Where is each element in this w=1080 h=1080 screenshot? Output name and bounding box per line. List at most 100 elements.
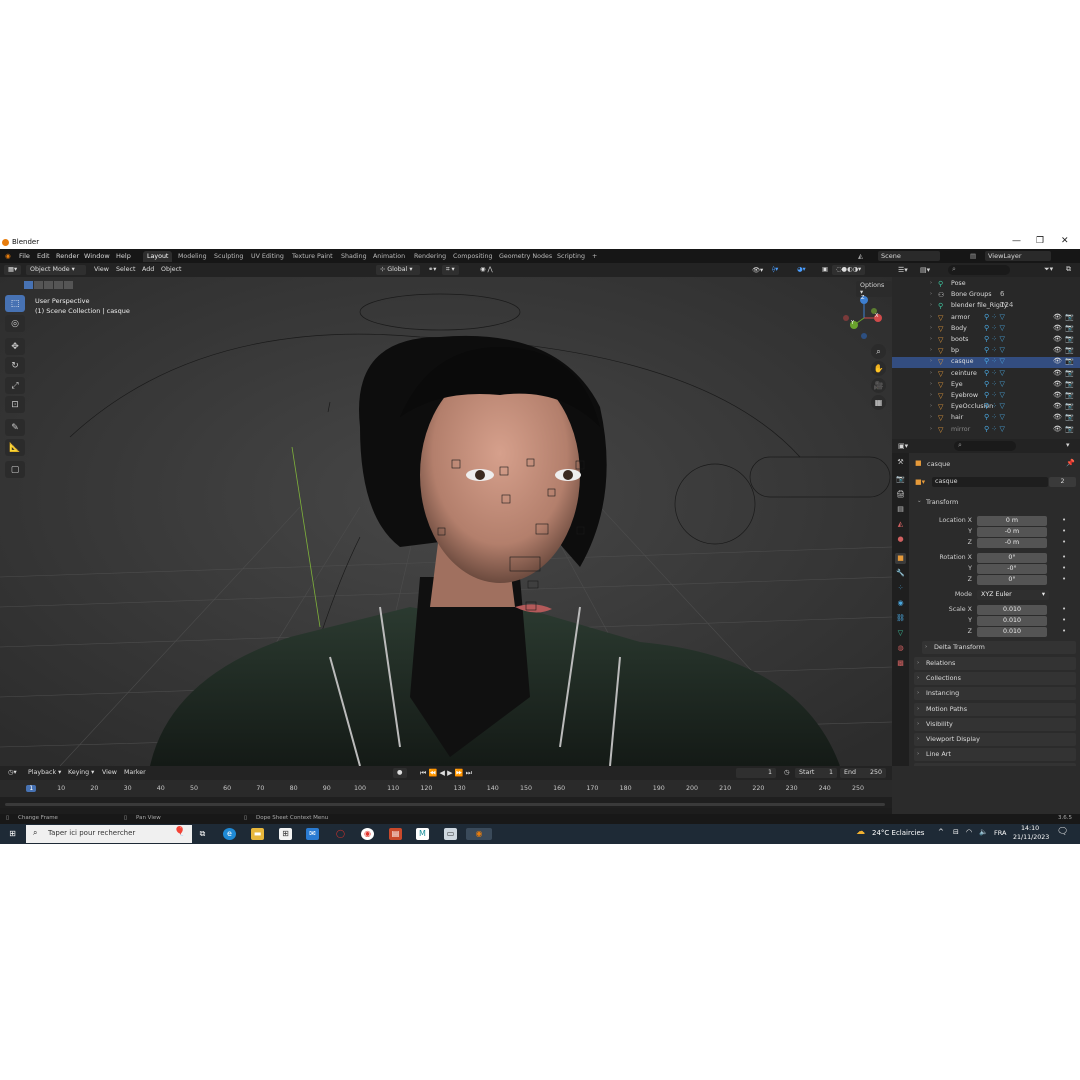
modifiers-tab-icon[interactable]: 🔧 [895, 568, 906, 579]
taskbar-search-input[interactable]: ⌕ Taper ici pour rechercher 🎈 [26, 825, 192, 843]
cursor-tool-icon[interactable]: ◎ [5, 315, 25, 332]
tab-sculpting[interactable]: Sculpting [210, 251, 247, 262]
menu-view[interactable]: View [90, 265, 113, 275]
clock-time[interactable]: 14:10 [1021, 825, 1039, 832]
maya-icon[interactable]: M [416, 828, 429, 840]
tab-geometry-nodes[interactable]: Geometry Nodes [495, 251, 556, 262]
outliner-row[interactable]: › ▽ Body ⚲ ⁘ ▽ 👁 📷 [892, 324, 1080, 335]
eye-icon[interactable]: 👁 [1053, 391, 1062, 399]
tab-uv-editing[interactable]: UV Editing [247, 251, 288, 262]
eye-icon[interactable]: 👁 [1053, 369, 1062, 377]
eye-icon[interactable]: 👁 [1053, 425, 1062, 433]
modifiers-icon[interactable]: ⚲ ⁘ ▽ [984, 369, 1005, 377]
section-collections[interactable]: › Collections [914, 672, 1076, 686]
outliner-row[interactable]: › ▽ armor ⚲ ⁘ ▽ 👁 📷 [892, 313, 1080, 324]
outliner-row[interactable]: › ▽ hair ⚲ ⁘ ▽ 👁 📷 [892, 413, 1080, 424]
modifiers-icon[interactable]: ⚲ ⁘ ▽ [984, 313, 1005, 321]
properties-search-input[interactable] [954, 441, 1016, 451]
delta-transform-section[interactable]: › Delta Transform [922, 641, 1076, 654]
object-name-field[interactable]: casque [932, 477, 1048, 487]
modifiers-icon[interactable]: ⚲ ⁘ ▽ [984, 357, 1005, 365]
menu-add[interactable]: Add [138, 265, 158, 275]
menu-object[interactable]: Object [157, 265, 186, 275]
editor-type-icon[interactable]: ▦▾ [4, 265, 22, 275]
eye-icon[interactable]: 👁 [1053, 413, 1062, 421]
texture-tab-icon[interactable]: ▩ [895, 658, 906, 669]
view-layer-tab-icon[interactable]: ▤ [895, 504, 906, 515]
filter-icon[interactable]: ⏷▾ [1044, 265, 1053, 274]
proportional-edit-icon[interactable]: ◉ ⋀ [476, 265, 497, 275]
mode-dropdown[interactable]: Object Mode ▾ [26, 265, 86, 275]
add-cube-tool-icon[interactable]: ▢ [5, 461, 25, 478]
section-visibility[interactable]: › Visibility [914, 717, 1076, 731]
maximize-button[interactable]: ❐ [1036, 236, 1044, 246]
render-tab-icon[interactable]: 📷 [895, 474, 906, 485]
annotate-tool-icon[interactable]: ✎ [5, 419, 25, 436]
select-mode-invert-icon[interactable] [54, 281, 63, 289]
tab-modeling[interactable]: Modeling [174, 251, 211, 262]
select-tool-icon[interactable]: ⬚ [5, 295, 25, 312]
modifiers-icon[interactable]: ⚲ ⁘ ▽ [984, 391, 1005, 399]
material-tab-icon[interactable]: ◍ [895, 643, 906, 654]
windows-start-icon[interactable]: ⊞ [6, 828, 19, 840]
chevron-right-icon[interactable]: › [930, 347, 932, 353]
end-frame-field[interactable]: End 250 [840, 768, 886, 778]
current-frame-field[interactable]: 1 [736, 768, 776, 778]
weather-label[interactable]: 24°C Eclaircies [872, 829, 924, 837]
outliner-row[interactable]: › ▽ bp ⚲ ⁘ ▽ 👁 📷 [892, 346, 1080, 357]
scale-x-field[interactable]: 0.010 [977, 605, 1047, 615]
measure-tool-icon[interactable]: 📐 [5, 439, 25, 456]
select-mode-extend-icon[interactable] [34, 281, 43, 289]
outliner-row[interactable]: › ▽ mirror ⚲ ⁘ ▽ 👁 📷 [892, 425, 1080, 436]
orientation-dropdown[interactable]: ⊹ Global ▾ [376, 265, 420, 275]
outliner-row[interactable]: › ▽ boots ⚲ ⁘ ▽ 👁 📷 [892, 335, 1080, 346]
scale-tool-icon[interactable]: ⤢ [5, 377, 25, 394]
keyframe-dot-icon[interactable]: • [1062, 605, 1066, 613]
section-relations[interactable]: › Relations [914, 657, 1076, 670]
scale-z-field[interactable]: 0.010 [977, 627, 1047, 637]
eye-icon[interactable]: 👁 [1053, 313, 1062, 321]
new-collection-icon[interactable]: ⧉ [1066, 265, 1071, 274]
keyframe-dot-icon[interactable]: • [1062, 527, 1066, 535]
rotation-y-field[interactable]: -0° [977, 564, 1047, 574]
transform-section-header[interactable]: ⌄ Transform [914, 495, 1076, 509]
modifiers-icon[interactable]: ⚲ ⁘ ▽ [984, 402, 1005, 410]
section-motion-paths[interactable]: › Motion Paths [914, 702, 1076, 716]
edge-icon[interactable]: e [223, 828, 236, 840]
close-button[interactable]: ✕ [1061, 236, 1069, 246]
data-tab-icon[interactable]: ▽ [895, 628, 906, 639]
outliner-row[interactable]: › ▽ EyeOcclusion ⚲ ⁘ ▽ 👁 📷 [892, 402, 1080, 413]
shading-modes-icon[interactable]: ◌●◐◑▾ [832, 265, 866, 275]
menu-render[interactable]: Render [56, 252, 79, 260]
eye-icon[interactable]: 👁 [1053, 324, 1062, 332]
transform-tool-icon[interactable]: ⊡ [5, 396, 25, 413]
physics-tab-icon[interactable]: ◉ [895, 598, 906, 609]
particles-tab-icon[interactable]: ⁘ [895, 583, 906, 594]
record-button[interactable]: ● [393, 768, 407, 778]
snap-icon[interactable]: ⌗ ▾ [442, 265, 459, 275]
camera-icon[interactable]: 📷 [1065, 402, 1074, 410]
modifiers-icon[interactable]: ⚲ ⁘ ▽ [984, 346, 1005, 354]
menu-timeline-view[interactable]: View [98, 768, 121, 778]
clock-date[interactable]: 21/11/2023 [1013, 834, 1049, 841]
menu-window[interactable]: Window [84, 252, 110, 260]
menu-edit[interactable]: Edit [37, 252, 50, 260]
menu-help[interactable]: Help [116, 252, 131, 260]
language-indicator[interactable]: FRA [994, 829, 1006, 837]
location-z-field[interactable]: -0 m [977, 538, 1047, 548]
file-explorer-icon[interactable]: ▬ [251, 828, 264, 840]
eye-icon[interactable]: 👁 [1053, 402, 1062, 410]
preview-range-icon[interactable]: ◷ [780, 768, 794, 778]
notifications-icon[interactable]: 🗨 [1057, 827, 1068, 837]
scale-y-field[interactable]: 0.010 [977, 616, 1047, 626]
select-mode-intersect-icon[interactable] [64, 281, 73, 289]
select-mode-new-icon[interactable] [24, 281, 33, 289]
outliner-row[interactable]: › ⚲ blender file_Rigify 124 [892, 301, 1080, 312]
chevron-right-icon[interactable]: › [930, 358, 932, 364]
properties-editor-type-icon[interactable]: ▣▾ [898, 442, 908, 450]
tab-texture-paint[interactable]: Texture Paint [288, 251, 337, 262]
properties-options-icon[interactable]: ▾ [1066, 441, 1070, 449]
world-tab-icon[interactable]: ● [895, 534, 906, 545]
menu-file[interactable]: File [19, 252, 30, 260]
visibility-icon[interactable]: 👁▾ [748, 265, 767, 275]
